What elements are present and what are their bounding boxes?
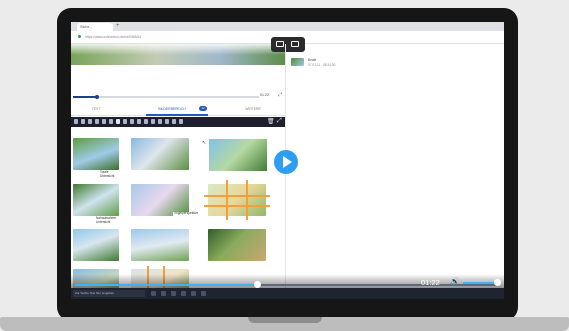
tool-icon[interactable]: [165, 119, 169, 124]
tool-icon[interactable]: [179, 119, 183, 124]
thumbnail-image[interactable]: [208, 229, 266, 261]
thumbnail-caption: Totale Untersicht: [99, 170, 116, 179]
thumbnail-image[interactable]: [131, 229, 189, 261]
taskbar-app-icon[interactable]: [201, 291, 206, 296]
tool-icon[interactable]: [109, 119, 113, 124]
play-button[interactable]: [274, 150, 298, 174]
tool-icon[interactable]: [102, 119, 106, 124]
thumbnail-image[interactable]: [208, 184, 266, 216]
thumbnail-image[interactable]: [208, 138, 268, 172]
system-tray[interactable]: [466, 291, 500, 296]
tool-icon[interactable]: [172, 119, 176, 124]
tool-icon[interactable]: [123, 119, 127, 124]
crop-guide-line[interactable]: [246, 180, 248, 220]
thumbnail-image[interactable]: [131, 138, 189, 170]
list-item-thumbnail[interactable]: [291, 58, 304, 66]
thumbnail-caption: Nahaufnahme Untersicht: [95, 216, 118, 225]
tool-icon[interactable]: [116, 119, 120, 124]
crop-guide-line[interactable]: [204, 205, 270, 207]
volume-icon[interactable]: 🔊: [450, 277, 460, 286]
player-time: 01:22: [421, 278, 440, 287]
window-overlay-controls: [271, 37, 305, 52]
cast-icon[interactable]: [291, 41, 299, 47]
lock-icon: [78, 35, 81, 38]
tool-icon[interactable]: [144, 119, 148, 124]
tab-count-badge: 12: [199, 106, 207, 111]
thumbnail-image[interactable]: [73, 229, 119, 261]
crop-guide-line[interactable]: [226, 180, 228, 220]
browser-tabstrip: Sichr... +: [71, 22, 504, 31]
tab-text[interactable]: TEXT: [71, 107, 121, 111]
taskbar-app-icon[interactable]: [191, 291, 196, 296]
taskbar-app-icon[interactable]: [161, 291, 166, 296]
new-tab-button[interactable]: +: [116, 23, 120, 30]
browser-tab[interactable]: Sichr...: [77, 23, 113, 31]
fullscreen-icon[interactable]: ⤢: [277, 118, 282, 125]
play-icon: [283, 156, 292, 168]
volume-handle[interactable]: [494, 279, 501, 286]
mini-time-label: 01:22: [260, 93, 269, 97]
list-item-title[interactable]: Ende: [308, 58, 316, 62]
tool-icon[interactable]: [151, 119, 155, 124]
mouse-cursor-icon: ↖: [202, 140, 207, 146]
image-toolbar: 🗑 ⤢: [71, 117, 285, 127]
taskbar-app-icon[interactable]: [171, 291, 176, 296]
os-taskbar: Zur Suche Text hier eingeben: [71, 288, 504, 299]
list-item-date: 07.01.11 - 08:34:00: [308, 63, 336, 67]
tool-icon[interactable]: [88, 119, 92, 124]
taskbar-app-icon[interactable]: [181, 291, 186, 296]
tool-icon[interactable]: [95, 119, 99, 124]
tool-icon[interactable]: [81, 119, 85, 124]
laptop-notch: [248, 317, 322, 323]
tool-icon[interactable]: [130, 119, 134, 124]
thumbnail-image[interactable]: [73, 184, 119, 216]
taskbar-app-icon[interactable]: [151, 291, 156, 296]
tab-bilderbereich[interactable]: BILDERBEREICH: [146, 107, 198, 111]
url-text[interactable]: https://www.onlineshot.de/edit/368/34: [85, 34, 385, 40]
thumbnail-caption: Vogelperspektive: [173, 211, 200, 216]
mini-progress-track[interactable]: [73, 96, 259, 98]
tool-icon[interactable]: [137, 119, 141, 124]
screen: Sichr... + https://www.onlineshot.de/edi…: [71, 22, 504, 299]
picture-in-picture-icon[interactable]: [276, 41, 284, 47]
tool-icon[interactable]: [158, 119, 162, 124]
trash-icon[interactable]: 🗑: [267, 118, 275, 125]
mini-progress-fill: [73, 96, 98, 98]
tab-weitere[interactable]: WEITERE: [221, 107, 285, 111]
taskbar-search-input[interactable]: Zur Suche Text hier eingeben: [73, 290, 145, 297]
editor-pane: 01:22 ⤢ TEXT BILDERBEREICH 12 WEITERE 🗑 …: [71, 44, 285, 299]
thumbnail-image[interactable]: [73, 138, 119, 170]
active-tab-indicator: [146, 114, 208, 116]
crop-guide-line[interactable]: [204, 195, 270, 197]
expand-icon[interactable]: ⤢: [278, 92, 282, 98]
player-progress-fill: [75, 284, 258, 286]
volume-track[interactable]: [463, 282, 498, 284]
mini-progress-handle[interactable]: [95, 94, 100, 99]
banner-fade: [71, 44, 285, 55]
tool-icon[interactable]: [74, 119, 78, 124]
